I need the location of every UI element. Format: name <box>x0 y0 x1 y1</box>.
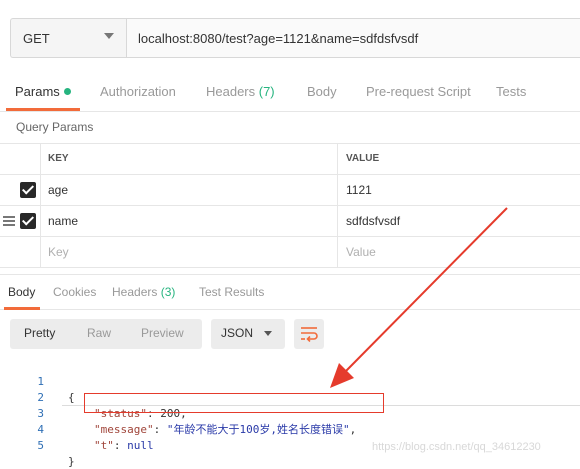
param-value-cell[interactable]: sdfdsfvsdf <box>338 206 580 236</box>
tab-body-label: Body <box>307 84 337 99</box>
response-tab-headers-count: (3) <box>160 285 176 299</box>
line-number: 5 <box>37 439 44 452</box>
tab-body[interactable]: Body <box>307 84 337 99</box>
request-bar: GET <box>0 0 580 66</box>
param-key-cell[interactable]: name <box>41 206 338 236</box>
header-check-cell <box>0 144 41 174</box>
params-active-dot-icon <box>63 88 71 95</box>
tab-pre-request-script-label: Pre-request Script <box>366 84 471 99</box>
view-raw-button[interactable]: Raw <box>87 326 111 340</box>
checkbox-checked[interactable] <box>20 182 36 198</box>
format-select[interactable]: JSON <box>211 319 285 349</box>
check-cell <box>0 206 41 236</box>
table-header-row: KEY VALUE <box>0 144 580 175</box>
chevron-down-icon <box>104 33 114 39</box>
response-tab-test-results[interactable]: Test Results <box>199 285 264 299</box>
new-value-input[interactable]: Value <box>338 237 580 267</box>
new-key-input[interactable]: Key <box>41 237 338 267</box>
check-cell <box>0 237 41 267</box>
checkbox-checked[interactable] <box>20 213 36 229</box>
code-line: 5 } <box>0 422 580 468</box>
column-header-value: VALUE <box>346 153 380 164</box>
method-select[interactable]: GET <box>10 18 126 58</box>
active-tab-indicator <box>6 108 80 111</box>
tab-authorization-label: Authorization <box>100 84 176 99</box>
json-key-t: "t" <box>94 439 114 452</box>
view-preview-button[interactable]: Preview <box>141 326 184 340</box>
method-label: GET <box>23 31 50 46</box>
response-tab-body-label: Body <box>8 285 36 299</box>
watermark: https://blog.csdn.net/qq_34612230 <box>372 441 541 453</box>
tab-tests-label: Tests <box>496 84 527 99</box>
view-pretty-button[interactable]: Pretty <box>24 326 55 340</box>
drag-handle-icon[interactable] <box>3 216 15 226</box>
wrap-lines-button[interactable] <box>294 319 324 349</box>
format-label: JSON <box>221 326 254 340</box>
json-sep: : <box>113 439 128 452</box>
param-value-cell[interactable]: 1121 <box>338 175 580 205</box>
view-mode-group: Pretty Raw Preview <box>10 319 202 349</box>
chevron-down-icon <box>264 331 272 336</box>
code-text: } <box>68 454 75 469</box>
json-value-t: null <box>127 439 154 452</box>
wrap-lines-icon <box>301 327 318 342</box>
response-tab-body[interactable]: Body <box>8 285 35 299</box>
table-row: name sdfdsfvsdf <box>0 206 580 237</box>
response-tabs: Body Cookies Headers (3) Test Results <box>0 274 580 310</box>
code-line: 2 "status": 200, <box>0 374 580 420</box>
body-toolbar: Pretty Raw Preview JSON <box>0 310 580 356</box>
query-params-title: Query Params <box>16 120 94 134</box>
response-tab-headers-label: Headers <box>112 285 161 299</box>
tab-pre-request-script[interactable]: Pre-request Script <box>366 84 471 99</box>
tab-authorization[interactable]: Authorization <box>100 84 176 99</box>
brace-close: } <box>68 455 75 468</box>
response-tab-cookies[interactable]: Cookies <box>53 285 96 299</box>
response-tab-headers[interactable]: Headers (3) <box>112 285 175 299</box>
tab-params-label: Params <box>15 84 60 99</box>
tab-tests[interactable]: Tests <box>496 84 526 99</box>
request-tabs: Params Authorization Headers (7) Body Pr… <box>0 74 580 112</box>
code-text: "t": null <box>94 438 154 454</box>
column-header-key: KEY <box>41 144 338 174</box>
response-tab-cookies-label: Cookies <box>53 285 97 299</box>
url-input[interactable] <box>126 18 580 58</box>
table-row-new: Key Value <box>0 237 580 268</box>
tab-params[interactable]: Params <box>15 84 71 99</box>
tab-headers-label: Headers <box>206 84 259 99</box>
table-row: age 1121 <box>0 175 580 206</box>
tab-headers-count: (7) <box>258 84 275 99</box>
response-tab-test-results-label: Test Results <box>199 285 265 299</box>
annotation-highlight-box <box>84 393 384 413</box>
postman-window: GET Params Authorization Headers (7) Bod… <box>0 0 580 469</box>
check-cell <box>0 175 41 205</box>
code-line: 1 { <box>0 358 580 404</box>
param-key-cell[interactable]: age <box>41 175 338 205</box>
query-params-table: KEY VALUE age 1121 name sdfdsfvsdf Key V… <box>0 143 580 268</box>
tab-headers[interactable]: Headers (7) <box>206 84 275 99</box>
